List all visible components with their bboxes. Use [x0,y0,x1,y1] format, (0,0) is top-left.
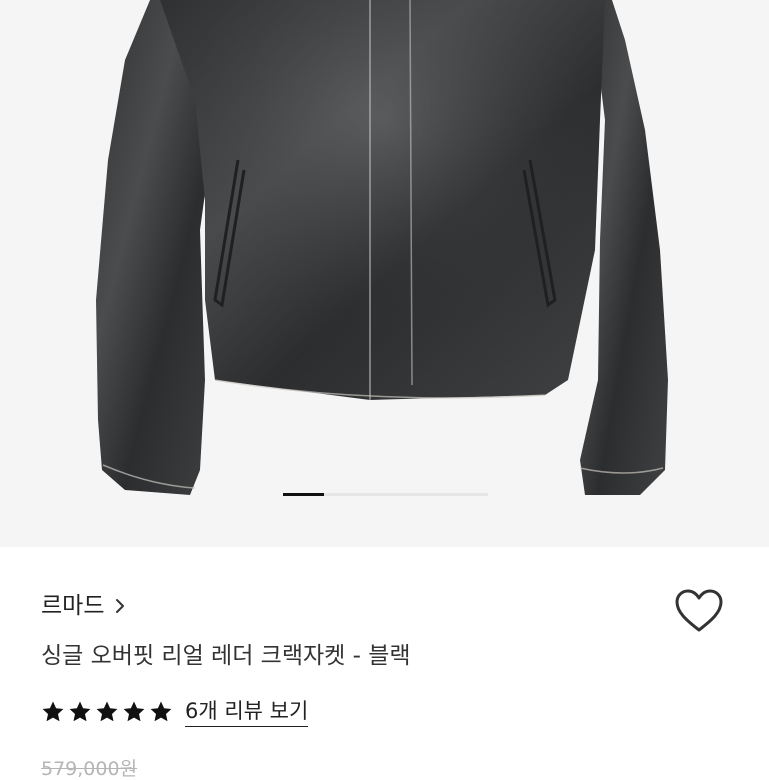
product-image [96,0,668,495]
gallery-progress-fill [283,493,324,496]
review-link[interactable]: 6개 리뷰 보기 [185,697,309,727]
original-price: 579,000원 [41,758,138,780]
star-filled-icon [123,701,145,722]
product-title: 싱글 오버핏 리얼 레더 크랙자켓 - 블랙 [41,643,411,669]
star-filled-icon [69,701,91,722]
star-filled-icon [150,701,172,722]
rating-row: 6개 리뷰 보기 [41,697,309,727]
gallery-progress-track [283,493,488,496]
chevron-right-icon [116,599,125,613]
rating-stars [41,700,173,724]
brand-link[interactable]: 르마드 [41,590,128,622]
star-filled-icon [96,701,118,722]
heart-outline-icon[interactable] [674,588,724,634]
star-filled-icon [42,701,64,722]
product-image-gallery[interactable] [0,0,769,547]
brand-name: 르마드 [41,593,105,619]
